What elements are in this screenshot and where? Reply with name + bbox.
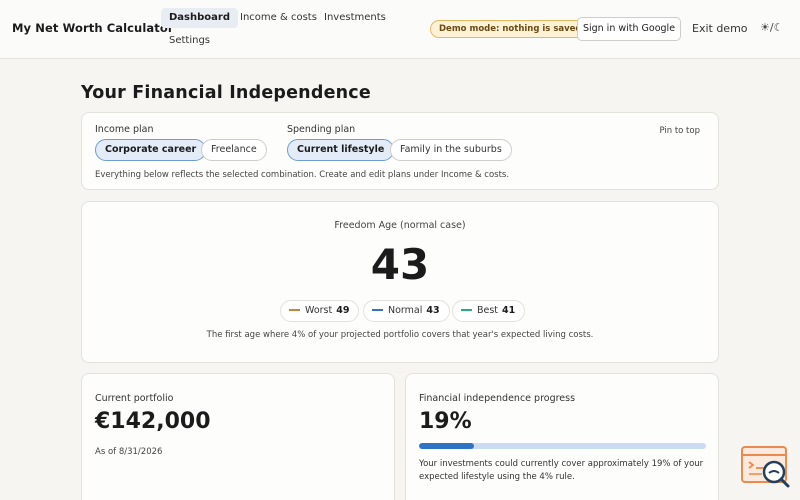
nav-income-costs[interactable]: Income & costs [232,8,325,28]
top-navigation-bar: My Net Worth Calculator Dashboard Income… [0,0,800,59]
sign-in-google-button[interactable]: Sign in with Google [577,17,681,41]
fi-progress-card: Financial independence progress 19% Your… [405,373,719,500]
pin-to-top-button[interactable]: Pin to top [659,126,700,136]
scenario-worst-value: 49 [336,305,350,316]
page-title: Your Financial Independence [81,83,371,103]
current-portfolio-card: Current portfolio €142,000 As of 8/31/20… [81,373,395,500]
exit-demo-link[interactable]: Exit demo [692,22,748,35]
progress-bar-track [419,443,706,449]
freedom-age-card: Freedom Age (normal case) 43 Worst 49 Nor… [81,201,719,363]
nav-investments[interactable]: Investments [316,8,394,28]
freedom-age-value: 43 [370,240,430,289]
worst-line-icon [289,308,300,311]
portfolio-label: Current portfolio [95,393,174,404]
nav-dashboard[interactable]: Dashboard [161,8,238,28]
scenario-normal-label: Normal [388,305,423,316]
progress-label: Financial independence progress [419,393,576,404]
app-brand[interactable]: My Net Worth Calculator [12,21,174,35]
freedom-age-note: The first age where 4% of your projected… [206,330,594,340]
progress-value: 19% [419,409,472,434]
theme-toggle-icon[interactable]: ☀/☾ [760,21,783,34]
scenario-best-value: 41 [502,305,516,316]
scenario-normal-value: 43 [426,305,440,316]
spending-plan-current-lifestyle[interactable]: Current lifestyle [287,139,395,161]
best-line-icon [461,308,472,311]
income-plan-freelance[interactable]: Freelance [201,139,267,161]
portfolio-value: €142,000 [95,409,211,434]
scenario-best-label: Best [477,305,499,316]
spending-plan-family-suburbs[interactable]: Family in the suburbs [390,139,512,161]
progress-note: Your investments could currently cover a… [419,459,704,482]
nav-settings[interactable]: Settings [161,31,218,51]
freedom-age-label: Freedom Age (normal case) [334,220,466,231]
progress-bar-fill [419,443,474,449]
spending-plan-label: Spending plan [287,124,356,135]
scenario-best: Best 41 [452,300,526,322]
demo-mode-badge: Demo mode: nothing is saved [430,20,591,38]
feedback-search-icon[interactable] [740,444,792,490]
scenario-worst-label: Worst [305,305,333,316]
portfolio-as-of-date: As of 8/31/2026 [95,447,163,457]
income-plan-corporate-career[interactable]: Corporate career [95,139,207,161]
normal-line-icon [372,308,383,311]
scenario-worst: Worst 49 [280,300,360,322]
income-plan-label: Income plan [95,124,154,135]
plan-selector-card: Income plan Corporate career Freelance S… [81,112,719,190]
plan-selection-note: Everything below reflects the selected c… [95,170,510,180]
scenario-normal: Normal 43 [363,300,450,322]
